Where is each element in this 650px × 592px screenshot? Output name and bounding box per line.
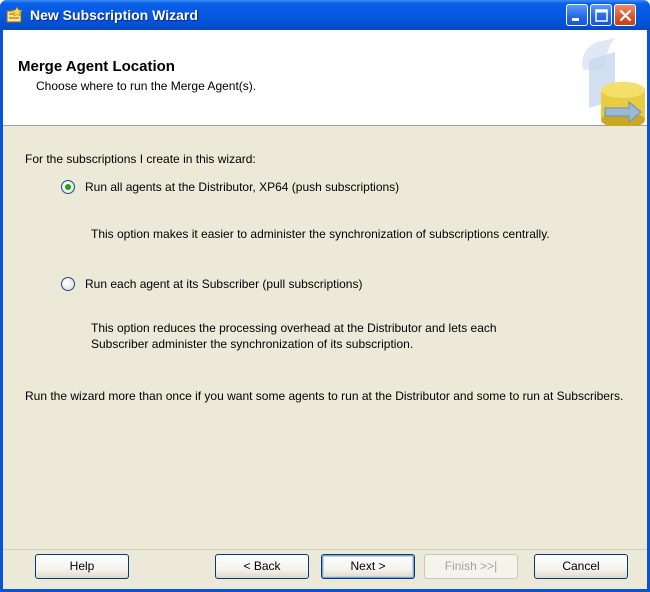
help-button[interactable]: Help xyxy=(35,554,129,579)
push-subscriptions-radio[interactable] xyxy=(61,180,75,194)
cancel-button[interactable]: Cancel xyxy=(534,554,628,579)
intro-text: For the subscriptions I create in this w… xyxy=(25,152,256,166)
radio-selected-dot xyxy=(65,184,71,190)
finish-button[interactable]: Finish >>| xyxy=(424,554,518,579)
pull-subscriptions-radio[interactable] xyxy=(61,277,75,291)
page-subtitle: Choose where to run the Merge Agent(s). xyxy=(36,79,257,93)
title-bar[interactable]: New Subscription Wizard xyxy=(0,0,650,30)
wizard-note: Run the wizard more than once if you wan… xyxy=(25,389,624,403)
page-title: Merge Agent Location xyxy=(18,58,175,75)
minimize-button[interactable] xyxy=(566,4,588,26)
minimize-icon xyxy=(572,18,579,21)
wizard-header: Merge Agent Location Choose where to run… xyxy=(3,30,647,126)
pull-subscriptions-label[interactable]: Run each agent at its Subscriber (pull s… xyxy=(85,277,362,291)
close-button[interactable] xyxy=(614,4,636,26)
close-icon xyxy=(619,9,632,22)
pull-subscriptions-description: This option reduces the processing overh… xyxy=(91,321,497,351)
wizard-client-area: Merge Agent Location Choose where to run… xyxy=(3,30,647,589)
database-arrow-icon xyxy=(582,38,645,126)
push-subscriptions-description: This option makes it easier to administe… xyxy=(91,227,550,241)
back-button[interactable]: < Back xyxy=(215,554,309,579)
footer-divider xyxy=(3,549,647,550)
maximize-icon xyxy=(595,9,608,22)
wizard-window: New Subscription Wizard Merge Agent Loca… xyxy=(0,0,650,592)
push-subscriptions-label[interactable]: Run all agents at the Distributor, XP64 … xyxy=(85,180,399,194)
window-title: New Subscription Wizard xyxy=(30,7,198,23)
next-button[interactable]: Next > xyxy=(321,554,415,579)
maximize-button[interactable] xyxy=(590,4,612,26)
wizard-app-icon xyxy=(6,6,23,23)
